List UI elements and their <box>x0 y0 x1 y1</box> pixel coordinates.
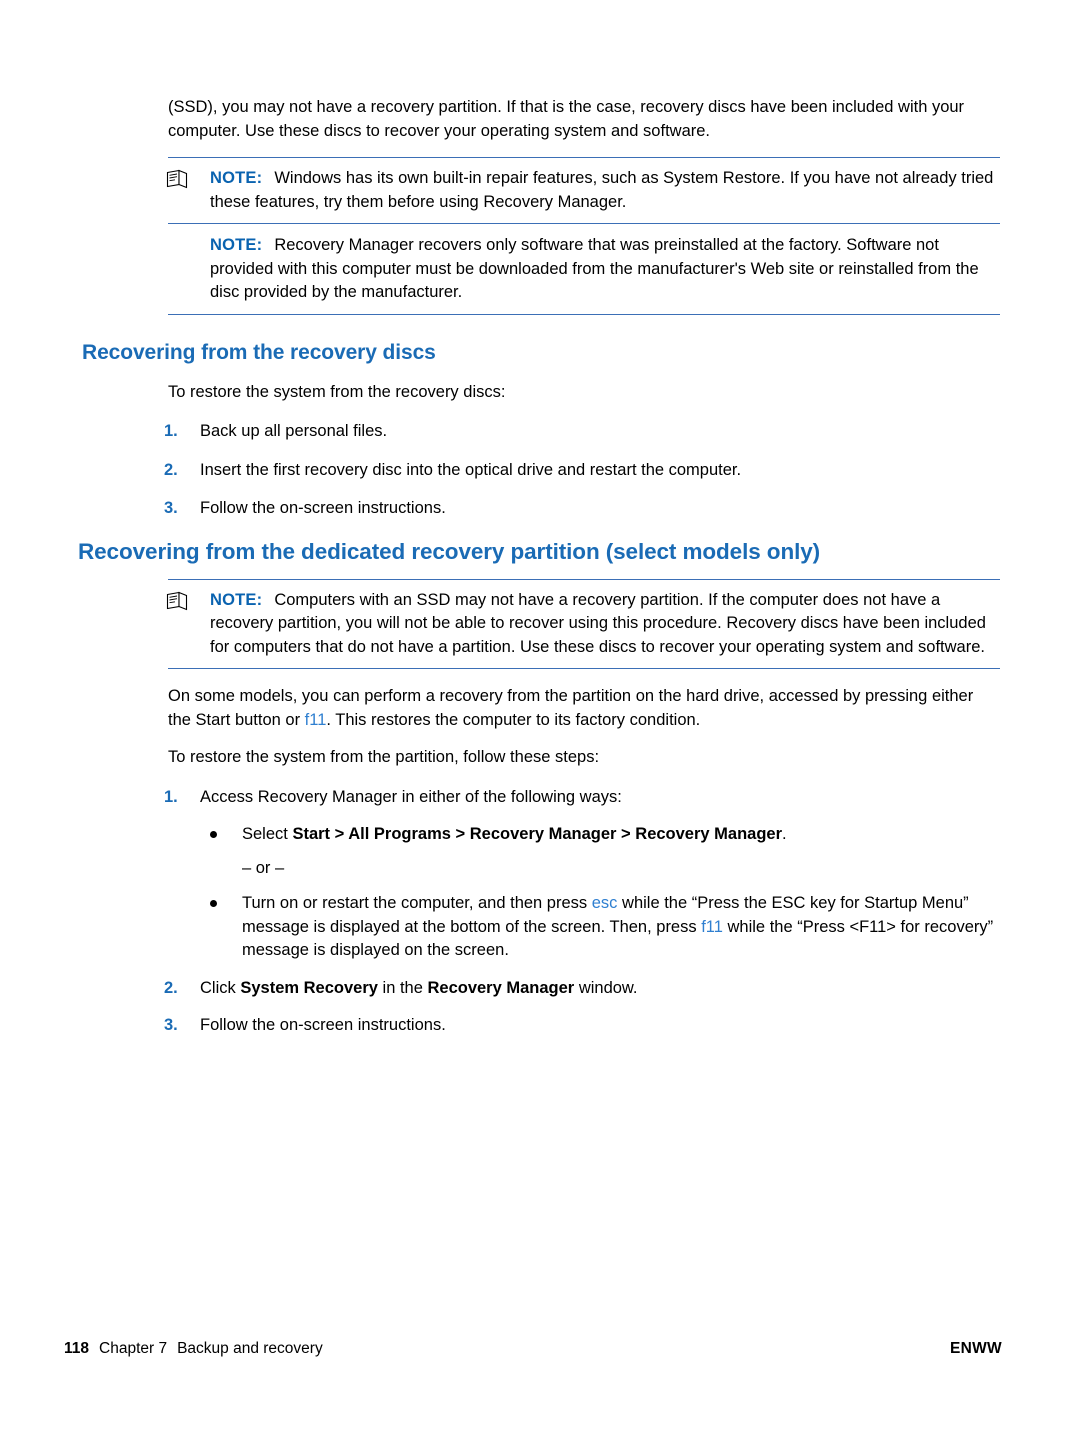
note-inner: NOTE: Computers with an SSD may not have … <box>166 589 1000 660</box>
bullet-dot-icon <box>210 831 217 838</box>
menu-path: Start > All Programs > Recovery Manager … <box>292 825 783 843</box>
note-inner: NOTE: Recovery Manager recovers only soft… <box>168 234 1000 305</box>
footer-chapter: Chapter 7 <box>99 1340 168 1357</box>
partition-paragraph: On some models, you can perform a recove… <box>168 685 1000 732</box>
bullet-text-suffix: . <box>782 825 787 843</box>
note-label: NOTE: <box>210 169 263 187</box>
recovery-manager-label: Recovery Manager <box>427 978 575 997</box>
step-number: 3. <box>164 499 178 517</box>
section2-steps: 1. Access Recovery Manager in either of … <box>80 786 1000 810</box>
footer-chapter-title: Backup and recovery <box>177 1340 323 1357</box>
step-text: Follow the on-screen instructions. <box>200 499 446 517</box>
access-methods-bullets-2: Turn on or restart the computer, and the… <box>80 892 1000 963</box>
step2-part1: Click <box>200 978 241 997</box>
list-item: 2. Insert the first recovery disc into t… <box>80 459 1000 483</box>
step-text: Access Recovery Manager in either of the… <box>200 787 622 806</box>
list-item: 2. Click System Recovery in the Recovery… <box>80 977 1000 1001</box>
bullet2-part1: Turn on or restart the computer, and the… <box>242 894 592 912</box>
step-text: Click System Recovery in the Recovery Ma… <box>200 979 638 997</box>
step-number: 2. <box>164 460 178 479</box>
note-text: Recovery Manager recovers only software … <box>210 236 979 301</box>
document-page: (SSD), you may not have a recovery parti… <box>0 0 1080 1437</box>
footer-left: 118 Chapter 7 Backup and recovery <box>64 1340 323 1358</box>
list-item: 1. Access Recovery Manager in either of … <box>80 786 1000 810</box>
list-item: Select Start > All Programs > Recovery M… <box>80 823 1000 847</box>
partition-paragraph-part2: . This restores the computer to its fact… <box>326 710 701 729</box>
partition-steps-lead: To restore the system from the partition… <box>168 748 600 766</box>
note-label: NOTE: <box>210 590 263 609</box>
note-inner: NOTE: Windows has its own built-in repair… <box>166 167 1000 214</box>
step2-part3: window. <box>574 978 638 997</box>
bullet-dot-icon <box>210 900 217 907</box>
section2-steps-cont: 2. Click System Recovery in the Recovery… <box>80 977 1000 1038</box>
note-box-windows-repair: NOTE: Windows has its own built-in repair… <box>166 157 1000 224</box>
intro-paragraph: (SSD), you may not have a recovery parti… <box>168 98 965 140</box>
note-icon <box>166 591 188 611</box>
list-item: 3. Follow the on-screen instructions. <box>80 497 1000 521</box>
section1-steps: 1. Back up all personal files. 2. Insert… <box>80 420 1000 521</box>
note-text: Computers with an SSD may not have a rec… <box>210 590 986 656</box>
key-esc: esc <box>591 894 618 912</box>
note-text: Windows has its own built-in repair feat… <box>210 169 994 211</box>
bullet-text-prefix: Select <box>242 825 293 843</box>
key-f11: f11 <box>304 710 327 729</box>
note-icon <box>166 169 188 189</box>
step-text: Insert the first recovery disc into the … <box>200 460 742 479</box>
section1-lead: To restore the system from the recovery … <box>168 382 506 401</box>
step-number: 2. <box>164 978 178 997</box>
footer-locale: ENWW <box>950 1340 1002 1357</box>
list-item: 3. Follow the on-screen instructions. <box>80 1014 1000 1038</box>
or-separator: – or – <box>242 858 285 877</box>
step-number: 1. <box>164 787 178 806</box>
section-heading-recovery-discs: Recovering from the recovery discs <box>82 340 436 364</box>
page-footer: 118 Chapter 7 Backup and recovery ENWW <box>0 1340 1080 1370</box>
note-box-ssd-partition: NOTE: Computers with an SSD may not have … <box>166 578 1000 669</box>
system-recovery-label: System Recovery <box>240 978 378 997</box>
key-f11: f11 <box>701 917 723 936</box>
note-box-recovery-manager: NOTE: Recovery Manager recovers only soft… <box>168 224 1000 315</box>
list-item: Turn on or restart the computer, and the… <box>80 892 1000 963</box>
step-text: Follow the on-screen instructions. <box>200 1016 446 1034</box>
step-text: Back up all personal files. <box>200 422 388 440</box>
note-label: NOTE: <box>210 236 263 254</box>
step-number: 3. <box>164 1016 178 1034</box>
page-number: 118 <box>64 1340 90 1357</box>
page-content: (SSD), you may not have a recovery parti… <box>78 96 1000 1053</box>
section-heading-recovery-partition: Recovering from the dedicated recovery p… <box>78 538 821 564</box>
list-item: 1. Back up all personal files. <box>80 420 1000 444</box>
step2-part2: in the <box>377 978 428 997</box>
step-number: 1. <box>164 422 178 440</box>
access-methods-bullets: Select Start > All Programs > Recovery M… <box>80 823 1000 847</box>
